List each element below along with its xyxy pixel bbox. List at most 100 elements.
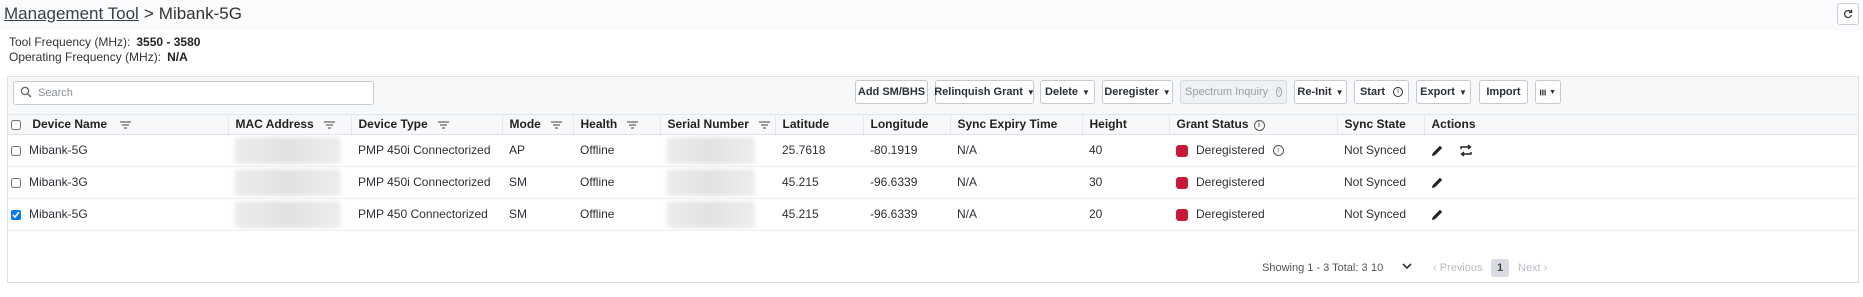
device-name: Mibank-5G [29,143,88,157]
deregistered-status-dot [1176,208,1188,221]
breadcrumb-separator: > [143,4,154,23]
chevron-down-icon[interactable] [1401,260,1413,272]
chevron-down-icon: ▼ [1026,87,1035,97]
table-row[interactable]: Mibank-3G PMP 450i Connectorized SM Offl… [8,166,1858,199]
search-input[interactable] [36,84,366,102]
relinquish-grant-label: Relinquish Grant [934,86,1023,98]
search-icon [20,86,32,98]
pencil-icon[interactable] [1431,176,1444,189]
breadcrumb-link-management-tool[interactable]: Management Tool [4,4,139,23]
spectrum-inquiry-button[interactable]: Spectrum Inquiry i [1180,80,1287,104]
pagination-bar: Showing 1 - 3 Total: 3 10 ‹ Previous 1 N… [8,256,1858,282]
column-label-sync-state: Sync State [1344,117,1406,132]
add-sm-bhs-button[interactable]: Add SM/BHS [855,80,928,104]
height: 20 [1082,198,1169,231]
cell-serial-number [660,134,775,167]
re-init-label: Re-Init [1297,86,1332,98]
latitude: 45.215 [775,198,863,231]
redacted-mac-address [235,200,341,228]
current-page-button[interactable]: 1 [1491,259,1509,277]
import-button[interactable]: Import [1479,80,1528,104]
spectrum-inquiry-label: Spectrum Inquiry [1185,86,1269,98]
re-init-button[interactable]: Re-Init ▼ [1294,80,1347,104]
sync-expiry-time: N/A [950,198,1082,231]
device-type: PMP 450 Connectorized [351,198,502,231]
info-icon[interactable]: i [1253,119,1265,131]
chevron-down-icon: ▼ [1082,87,1090,97]
table-row[interactable]: Mibank-5G PMP 450 Connectorized SM Offli… [8,198,1858,231]
device-type: PMP 450i Connectorized [351,134,502,167]
start-button[interactable]: Start i [1354,80,1409,104]
column-header-health[interactable]: Health [573,115,661,135]
delete-label: Delete [1045,86,1079,98]
deregister-button[interactable]: Deregister ▼ [1102,80,1173,104]
cell-actions [1424,166,1858,199]
delete-button[interactable]: Delete ▼ [1040,80,1095,104]
height: 30 [1082,166,1169,199]
filter-icon[interactable] [627,121,639,129]
cell-actions [1424,198,1858,231]
filter-icon[interactable] [323,121,335,129]
relinquish-grant-button[interactable]: Relinquish Grant ▼ [934,80,1035,104]
pencil-icon[interactable] [1431,208,1444,221]
column-label-longitude: Longitude [870,117,929,132]
column-header-device-type[interactable]: Device Type [351,115,503,135]
cell-mac-address [228,134,351,167]
health-status: Offline [573,198,660,231]
column-label-grant-status: Grant Status [1176,117,1249,132]
sync-state: Not Synced [1337,134,1424,167]
column-label-latitude: Latitude [782,117,830,132]
column-header-device-name[interactable]: Device Name [8,115,229,135]
row-checkbox[interactable] [11,177,21,188]
column-header-longitude: Longitude [863,115,951,135]
page-size-select[interactable]: 10 [1371,262,1383,274]
column-header-height: Height [1082,115,1170,135]
tool-frequency-row: Tool Frequency (MHz): 3550 - 3580 [9,35,200,49]
next-label: Next [1518,262,1541,274]
column-header-mode[interactable]: Mode [502,115,574,135]
column-header-mac-address[interactable]: MAC Address [228,115,352,135]
column-chooser-button[interactable]: ▼ [1535,80,1561,104]
longitude: -80.1919 [863,134,950,167]
select-all-checkbox[interactable] [11,120,21,131]
sync-state: Not Synced [1337,166,1424,199]
height: 40 [1082,134,1169,167]
health-status: Offline [573,134,660,167]
column-label-height: Height [1089,117,1127,132]
column-label-sync-expiry-time: Sync Expiry Time [957,117,1058,132]
cell-serial-number [660,166,775,199]
chevron-down-icon: ▼ [1335,87,1344,97]
next-page-button[interactable]: Next › [1518,262,1547,274]
devices-table: Device Name MAC Address Device Type Mode… [8,115,1858,231]
filter-icon[interactable] [437,121,449,129]
column-label-mode: Mode [509,117,541,132]
swap-icon[interactable] [1459,144,1473,157]
column-label-mac-address: MAC Address [235,117,314,132]
column-header-sync-state: Sync State [1337,115,1425,135]
filter-icon[interactable] [120,121,132,129]
export-button[interactable]: Export ▼ [1416,80,1471,104]
filter-icon[interactable] [550,121,562,129]
column-header-serial-number[interactable]: Serial Number [660,115,776,135]
longitude: -96.6339 [863,166,950,199]
pencil-icon[interactable] [1431,144,1444,157]
table-toolbar: Add SM/BHS Relinquish Grant▼ Delete▼ Der… [8,77,1858,115]
refresh-button[interactable] [1837,3,1859,25]
search-box[interactable] [13,81,374,105]
sync-expiry-time: N/A [950,134,1082,167]
chevron-down-icon: ▼ [1162,87,1171,97]
column-header-grant-status: Grant Status i [1169,115,1338,135]
previous-page-button[interactable]: ‹ Previous [1433,262,1483,274]
info-icon[interactable]: i [1272,145,1284,157]
operating-frequency-value: N/A [167,50,188,64]
redacted-mac-address [235,136,341,164]
chevron-left-icon: ‹ [1433,262,1440,274]
health-status: Offline [573,166,660,199]
row-checkbox[interactable] [11,209,21,220]
top-bar: Management Tool > Mibank-5G [0,0,1863,30]
redacted-serial-number [667,200,755,228]
grant-status: Deregistered [1196,143,1265,157]
table-row[interactable]: Mibank-5G PMP 450i Connectorized AP Offl… [8,134,1858,167]
row-checkbox[interactable] [11,145,21,156]
filter-icon[interactable] [758,121,770,129]
